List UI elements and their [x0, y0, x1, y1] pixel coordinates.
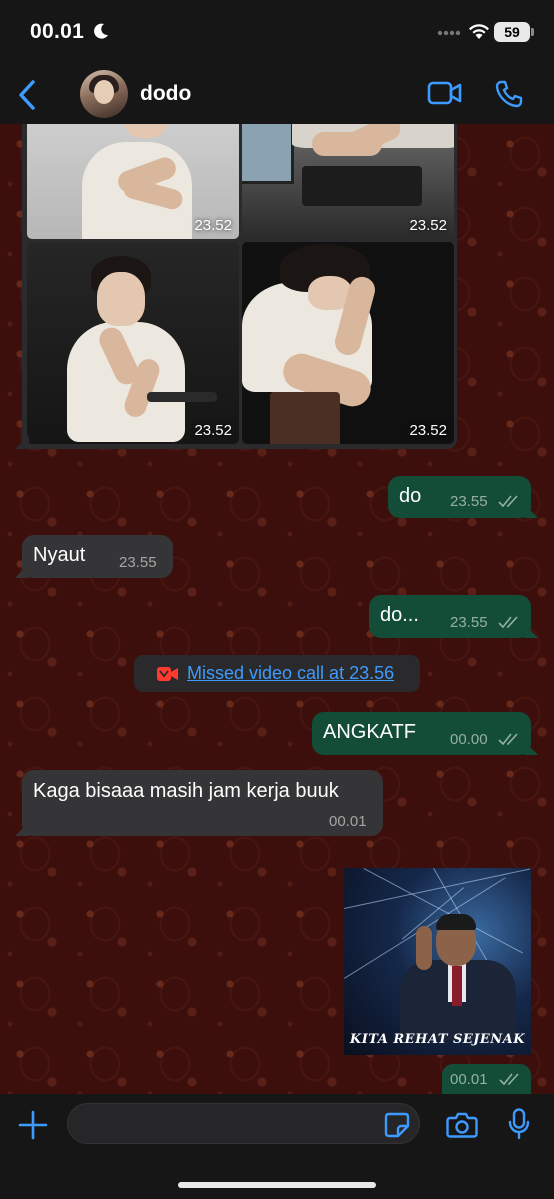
status-bar: 00.01 59 — [0, 0, 554, 66]
chat-messages[interactable]: 23.52 23.52 23.52 23.52 do 23.55 Nyaut 2… — [0, 124, 554, 1094]
photo-thumbnail[interactable]: 23.52 — [242, 124, 454, 239]
bubble-tail — [15, 822, 29, 836]
bubble-tail — [524, 741, 538, 755]
contact-name[interactable]: dodo — [140, 82, 191, 106]
message-bubble-incoming[interactable]: Nyaut 23.55 — [15, 535, 173, 578]
message-bubble-outgoing[interactable]: do... 23.55 — [369, 595, 538, 638]
photo-timestamp: 23.52 — [409, 217, 447, 234]
message-time: 00.01 — [329, 813, 367, 830]
battery-icon — [531, 28, 534, 36]
message-input[interactable] — [67, 1103, 420, 1144]
missed-video-call-icon — [157, 667, 178, 681]
message-bubble-outgoing[interactable]: do 23.55 — [388, 476, 538, 518]
missed-video-call-notice[interactable]: Missed video call at 23.56 — [134, 655, 420, 692]
message-bubble-outgoing[interactable]: ANGKATF 00.00 — [312, 712, 538, 755]
phone-call-icon[interactable] — [494, 79, 524, 109]
attach-plus-icon[interactable] — [18, 1110, 48, 1140]
battery-level: 59 — [494, 22, 530, 42]
message-composer — [0, 1094, 554, 1199]
contact-avatar[interactable] — [80, 70, 128, 118]
home-indicator[interactable] — [178, 1182, 376, 1188]
photo-timestamp: 23.52 — [194, 422, 232, 439]
read-receipt-icon — [499, 1073, 519, 1086]
message-text: Nyaut — [33, 544, 86, 566]
photo-timestamp: 23.52 — [194, 217, 232, 234]
bubble-tail — [524, 504, 538, 518]
missed-call-text[interactable]: Missed video call at 23.56 — [187, 663, 394, 684]
signal-icon — [437, 30, 461, 36]
message-time: 23.55 — [450, 493, 488, 510]
sticker-icon[interactable] — [384, 1112, 410, 1138]
photo-thumbnail[interactable]: 23.52 — [27, 124, 239, 239]
sticker-time-badge: 00.01 — [442, 1064, 531, 1094]
message-text: ANGKATF — [323, 721, 416, 743]
back-chevron-icon[interactable] — [14, 78, 42, 112]
message-time: 00.01 — [450, 1071, 488, 1088]
read-receipt-icon — [498, 733, 518, 746]
message-time: 00.00 — [450, 731, 488, 748]
camera-icon[interactable] — [446, 1112, 478, 1138]
photo-thumbnail[interactable]: 23.52 — [242, 242, 454, 444]
message-bubble-incoming[interactable]: Kaga bisaaa masih jam kerja buuk 00.01 — [15, 770, 383, 836]
bubble-tail — [524, 624, 538, 638]
message-time: 23.55 — [119, 554, 157, 571]
photo-album-message[interactable]: 23.52 23.52 23.52 23.52 — [15, 124, 457, 449]
photo-timestamp: 23.52 — [409, 422, 447, 439]
message-text: do... — [380, 604, 419, 626]
microphone-icon[interactable] — [508, 1108, 530, 1140]
bubble-tail — [15, 564, 29, 578]
message-time: 23.55 — [450, 614, 488, 631]
message-text: Kaga bisaaa masih jam kerja buuk — [33, 780, 339, 802]
photo-thumbnail[interactable]: 23.52 — [27, 242, 239, 444]
sticker-caption: KITA REHAT SEJENAK — [349, 1032, 526, 1047]
read-receipt-icon — [498, 495, 518, 508]
message-text: do — [399, 485, 422, 507]
chat-header: dodo — [0, 66, 554, 124]
status-time: 00.01 — [30, 20, 85, 43]
do-not-disturb-moon-icon — [94, 23, 108, 39]
bubble-tail — [15, 435, 29, 449]
wifi-icon — [469, 24, 489, 39]
sticker-message[interactable]: KITA REHAT SEJENAK — [344, 868, 531, 1055]
read-receipt-icon — [498, 616, 518, 629]
video-call-icon[interactable] — [427, 80, 463, 106]
